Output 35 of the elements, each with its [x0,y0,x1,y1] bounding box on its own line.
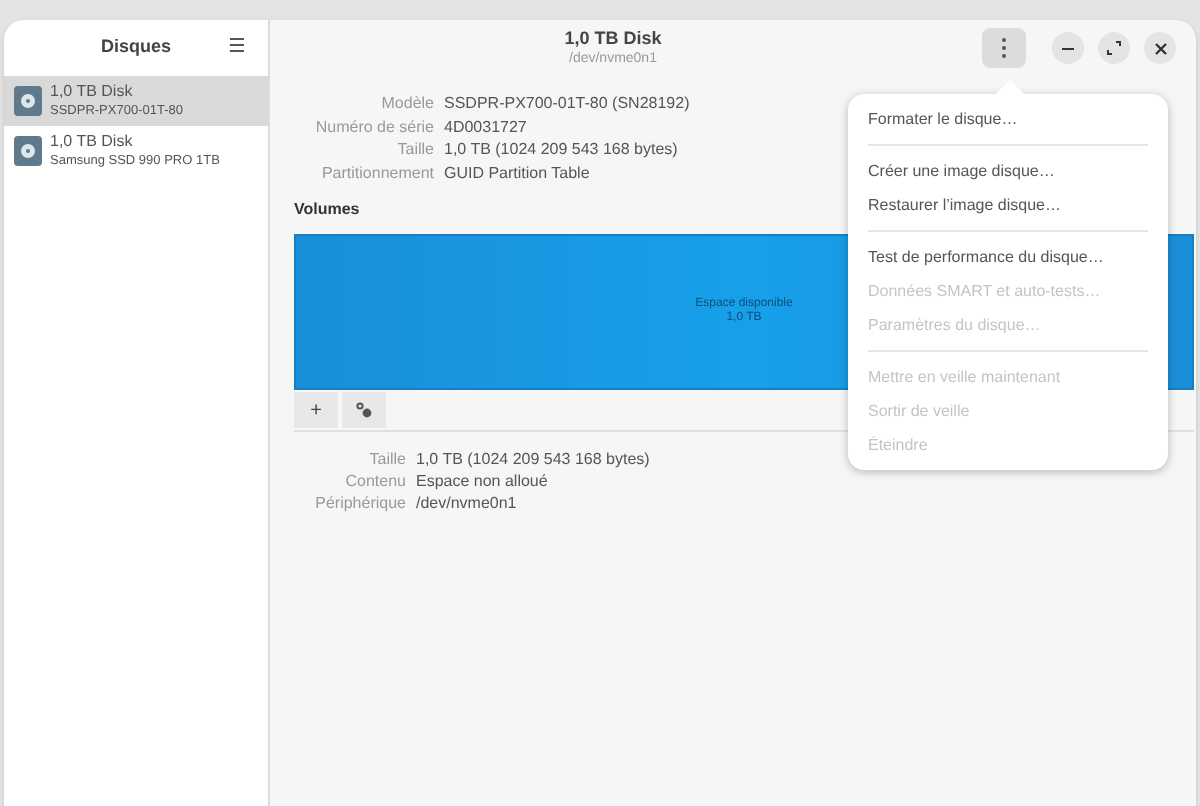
settings-button[interactable] [342,392,386,428]
field-label: Contenu [345,470,406,492]
field-label: Modèle [381,92,434,115]
menu-item[interactable]: Restaurer l’image disque… [848,188,1168,222]
window-title: 1,0 TB Disk [564,28,662,50]
field-label: Numéro de série [315,115,434,138]
section-heading: Volumes [294,198,360,222]
field-value: 1,0 TB (1024 209 543 168 bytes) [416,448,650,470]
close-button[interactable] [1144,32,1176,64]
field-label: Taille [369,448,406,470]
add-button[interactable]: + [294,392,338,428]
drive-icon [14,86,42,116]
menu-item[interactable]: Créer une image disque… [848,154,1168,188]
menu-item[interactable]: Formater le disque… [848,102,1168,136]
close-icon [1153,41,1167,55]
field-label: Taille [397,138,434,161]
minimize-button[interactable] [1052,32,1084,64]
field-value: /dev/nvme0n1 [416,492,517,514]
disk-name: 1,0 TB Disk [50,82,135,102]
drive-icon [14,136,42,166]
field-label: Périphérique [315,492,406,514]
disk-name: 1,0 TB Disk [50,132,135,152]
field-label: Partitionnement [321,161,434,184]
field-value: 1,0 TB (1024 209 543 168 bytes) [444,138,678,161]
sidebar-title: Disques [100,34,171,61]
field-value: GUID Partition Table [444,161,590,184]
menu-item[interactable]: Test de performance du disque… [848,240,1168,274]
maximize-icon [1106,40,1122,56]
field-value: 4D0031727 [444,115,527,138]
gears-icon [355,401,373,419]
more-button[interactable] [982,28,1026,68]
maximize-button[interactable] [1098,32,1130,64]
field-value: Espace non alloué [416,470,548,492]
field-value: SSDPR-PX700-01T-80 (SN28192) [444,92,690,115]
menu-icon[interactable] [230,38,244,52]
